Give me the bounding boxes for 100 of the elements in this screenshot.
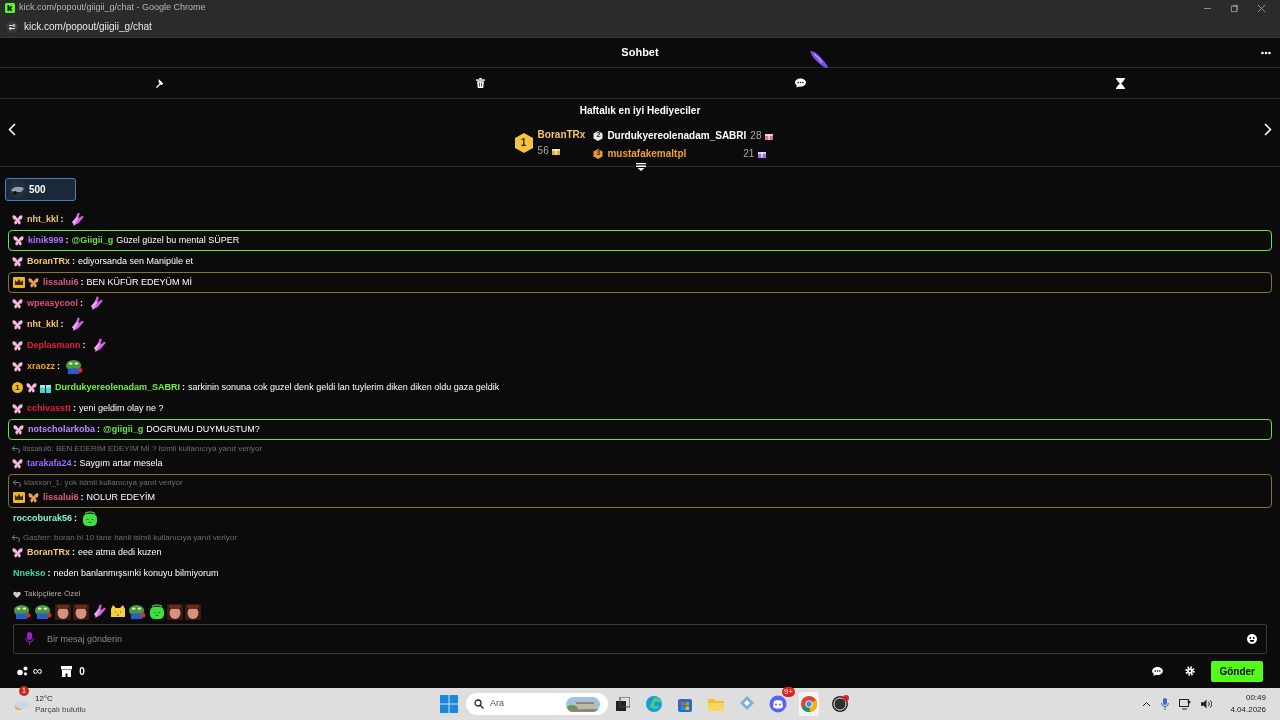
kick-logo-icon (5, 3, 15, 13)
search-field[interactable]: Ara (466, 693, 608, 715)
settings-icon[interactable] (1185, 666, 1196, 676)
gifter-name[interactable]: mustafakemaltpl (607, 146, 687, 161)
hourglass-icon[interactable] (1115, 77, 1125, 89)
address-bar[interactable]: kick.com/popout/giigii_g/chat (24, 19, 152, 34)
face-emote-icon[interactable] (185, 603, 201, 620)
mention-link[interactable]: @giigii_g (103, 422, 144, 437)
butterfly-icon (12, 298, 23, 309)
site-settings-icon[interactable] (6, 20, 18, 33)
start-icon[interactable] (440, 695, 458, 713)
message-field[interactable]: Bir mesaj gönderin (13, 624, 1267, 654)
colon: : (74, 511, 78, 525)
frog-emote-icon[interactable] (34, 603, 53, 620)
gifter-name[interactable]: BoranTRx (537, 127, 586, 142)
colon: : (80, 296, 84, 310)
clock-time[interactable]: 00:49 (1245, 692, 1266, 704)
butterfly-icon (28, 277, 39, 288)
points-icon[interactable] (17, 666, 28, 676)
send-button[interactable]: Gönder (1211, 660, 1263, 682)
colon: : (97, 422, 100, 436)
colon: : (60, 317, 64, 331)
username[interactable]: xraozz (27, 359, 55, 374)
chevron-up-icon[interactable] (1142, 701, 1152, 707)
face-emote-icon[interactable] (55, 603, 71, 620)
message-text: sarkinin sonuna cok guzel denk geldi lan tuylerim diken diken oldu gaza geldik (188, 380, 500, 394)
crown-icon (13, 277, 25, 288)
gavel-icon[interactable] (154, 77, 166, 89)
username[interactable]: Deplasmann (27, 338, 81, 353)
username[interactable]: tarakafa24 (27, 456, 72, 471)
butterfly-icon (12, 256, 23, 267)
volume-icon[interactable] (1201, 699, 1213, 709)
hands-emote-icon[interactable] (91, 603, 108, 620)
window-title: kick.com/popout/giigii_g/chat - Google Chrome (19, 1, 206, 15)
microphone-icon[interactable] (25, 632, 34, 645)
face-emote-icon[interactable] (73, 603, 89, 620)
butterfly-icon (13, 424, 24, 435)
message-text: eee atma dedi kuzen (78, 545, 162, 559)
network-icon[interactable] (1179, 698, 1192, 710)
reply-icon (12, 534, 20, 542)
butterfly-icon (12, 361, 23, 372)
rank-badge: 1 (513, 132, 534, 153)
butterfly-icon (28, 492, 39, 503)
username[interactable]: lissalui6 (43, 275, 79, 290)
colon: : (47, 566, 51, 580)
message-text: NOLUR EDEYİM (86, 490, 156, 504)
chat-bubble-icon[interactable] (1152, 666, 1164, 676)
frog-emote-icon[interactable] (13, 603, 32, 620)
restore-icon[interactable] (1230, 3, 1239, 13)
username[interactable]: BoranTRx (27, 545, 70, 560)
task-view-icon[interactable] (616, 697, 630, 711)
previous-icon[interactable] (8, 123, 16, 136)
blob-emote-icon[interactable] (149, 603, 165, 620)
username[interactable]: nht_kkl (27, 213, 59, 227)
message-text: neden banlanmışsınki konuyu bilmiyorum (53, 566, 219, 580)
crown-icon (13, 492, 25, 503)
frog-emote-icon[interactable] (128, 603, 147, 620)
heart-icon (13, 590, 21, 598)
microphone-icon[interactable] (1161, 698, 1170, 710)
butterfly-icon (12, 547, 23, 558)
username[interactable]: nht_kkl (27, 317, 59, 332)
cat-emote-icon[interactable] (110, 603, 126, 620)
colon: : (80, 490, 84, 504)
expand-icon[interactable] (635, 163, 647, 171)
username[interactable]: kinik999 (28, 233, 64, 248)
trash-icon[interactable] (475, 78, 485, 88)
username[interactable]: BoranTRx (27, 254, 70, 269)
emoji-icon[interactable] (1247, 634, 1257, 644)
colon: : (182, 380, 186, 394)
clock-date[interactable]: 4.04.2026 (1230, 704, 1266, 716)
message-text: yeni geldim olay ne ? (79, 401, 164, 415)
section-label: Takipçilere Özel (24, 588, 81, 600)
mention-link[interactable]: @Giigii_g (71, 233, 114, 248)
colon: : (65, 233, 69, 247)
username[interactable]: roccoburak56 (13, 511, 73, 526)
more-icon[interactable] (1261, 51, 1271, 55)
butterfly-icon (13, 235, 24, 246)
store-icon[interactable] (61, 665, 73, 677)
colon: : (73, 456, 77, 470)
face-emote-icon[interactable] (167, 603, 183, 620)
username[interactable]: Durdukyereolenadam_SABRI (55, 380, 181, 395)
gifters-title: Haftalık en iyi Hediyeciler (579, 104, 701, 118)
username[interactable]: wpeasycool (27, 296, 79, 311)
chat-bubble-icon[interactable] (794, 78, 806, 88)
username[interactable]: notscholarkoba (28, 422, 95, 437)
gifter-name[interactable]: Durdukyereolenadam_SABRI (607, 128, 747, 143)
butterfly-icon (12, 458, 23, 469)
message-text: DOGRUMU DUYMUSTUM? (146, 422, 260, 436)
message-text: Saygım artar mesela (79, 456, 163, 470)
close-icon[interactable] (1257, 3, 1266, 13)
username[interactable]: Nnekso (13, 566, 46, 581)
reply-context: klaxxon_1: yok isimli kullanıcıya yanıt veriyor (24, 477, 183, 489)
search-icon (474, 699, 484, 709)
butterfly-icon (26, 382, 37, 393)
next-icon[interactable] (1264, 123, 1272, 136)
username[interactable]: lissalui6 (43, 490, 79, 505)
colon: : (73, 401, 77, 415)
username[interactable]: cchivasstt (27, 401, 72, 416)
pinned-gift-card[interactable]: 500 (5, 178, 76, 201)
colon: : (57, 359, 60, 373)
